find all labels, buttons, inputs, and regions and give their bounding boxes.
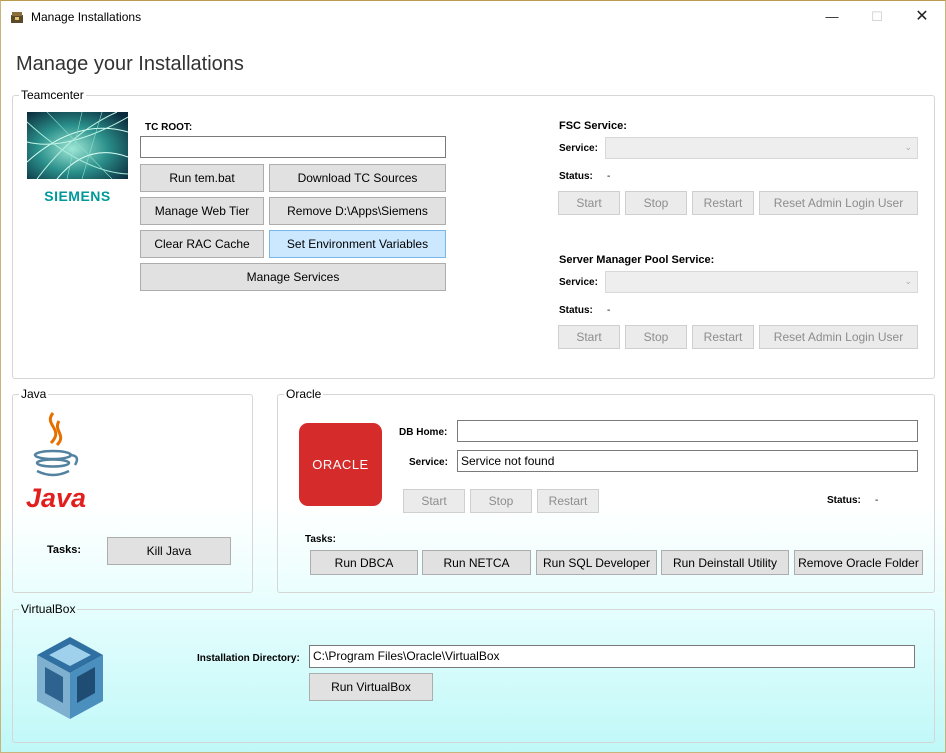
oracle-status-value: -: [875, 495, 879, 506]
oracle-service-input[interactable]: Service not found: [457, 450, 918, 472]
siemens-logo: SIEMENS: [26, 111, 129, 208]
smp-service-heading: Server Manager Pool Service:: [559, 254, 715, 266]
smp-status-value: -: [607, 305, 611, 316]
oracle-logo-text: ORACLE: [312, 457, 369, 472]
minimize-button[interactable]: —: [809, 1, 855, 33]
globe-network-icon: [26, 111, 129, 180]
db-home-input[interactable]: [457, 420, 918, 442]
virtualbox-group: VirtualBox Installation Directory: C:\Pr…: [12, 602, 935, 743]
oracle-status-label: Status:: [827, 495, 861, 506]
maximize-button[interactable]: ☐: [854, 1, 900, 33]
java-tasks-label: Tasks:: [47, 544, 82, 556]
oracle-logo: ORACLE: [299, 423, 382, 506]
fsc-service-select[interactable]: ⌄: [605, 137, 918, 159]
virtualbox-group-label: VirtualBox: [19, 602, 78, 616]
tc-root-input[interactable]: [140, 136, 446, 158]
set-environment-variables-button[interactable]: Set Environment Variables: [269, 230, 446, 258]
fsc-start-button[interactable]: Start: [558, 191, 620, 215]
oracle-restart-button[interactable]: Restart: [537, 489, 599, 513]
fsc-status-label: Status:: [559, 171, 593, 182]
chevron-down-icon: ⌄: [904, 276, 912, 286]
page-title: Manage your Installations: [16, 53, 244, 75]
fsc-service-label: Service:: [559, 143, 598, 154]
main-window: Manage Installations — ☐ ✕ Manage your I…: [0, 0, 946, 753]
run-virtualbox-button[interactable]: Run VirtualBox: [309, 673, 433, 701]
manage-web-tier-button[interactable]: Manage Web Tier: [140, 197, 264, 225]
close-button[interactable]: ✕: [899, 1, 945, 33]
smp-restart-button[interactable]: Restart: [692, 325, 754, 349]
fsc-reset-admin-button[interactable]: Reset Admin Login User: [759, 191, 918, 215]
run-netca-button[interactable]: Run NETCA: [422, 550, 531, 575]
smp-service-label: Service:: [559, 277, 598, 288]
fsc-stop-button[interactable]: Stop: [625, 191, 687, 215]
run-tem-bat-button[interactable]: Run tem.bat: [140, 164, 264, 192]
window-content: Manage your Installations Teamcenter SIE…: [1, 33, 945, 752]
app-icon: [11, 12, 23, 23]
window-title: Manage Installations: [31, 10, 142, 24]
java-group-label: Java: [19, 387, 49, 401]
smp-status-label: Status:: [559, 305, 593, 316]
smp-stop-button[interactable]: Stop: [625, 325, 687, 349]
run-deinstall-utility-button[interactable]: Run Deinstall Utility: [661, 550, 789, 575]
kill-java-button[interactable]: Kill Java: [107, 537, 231, 565]
oracle-stop-button[interactable]: Stop: [470, 489, 532, 513]
installation-directory-label: Installation Directory:: [197, 653, 300, 664]
teamcenter-group-label: Teamcenter: [19, 88, 86, 102]
teamcenter-group: Teamcenter SIEMENS TC ROOT: Run tem.bat …: [12, 88, 935, 379]
db-home-label: DB Home:: [399, 427, 448, 438]
clear-rac-cache-button[interactable]: Clear RAC Cache: [140, 230, 264, 258]
remove-oracle-folder-button[interactable]: Remove Oracle Folder: [794, 550, 923, 575]
oracle-group-label: Oracle: [284, 387, 324, 401]
oracle-service-label: Service:: [409, 457, 448, 468]
installation-directory-input[interactable]: C:\Program Files\Oracle\VirtualBox: [309, 645, 915, 668]
chevron-down-icon: ⌄: [904, 142, 912, 152]
oracle-start-button[interactable]: Start: [403, 489, 465, 513]
oracle-group: Oracle ORACLE DB Home: Service: Service …: [277, 387, 935, 593]
smp-service-select[interactable]: ⌄: [605, 271, 918, 293]
download-tc-sources-button[interactable]: Download TC Sources: [269, 164, 446, 192]
java-group: Java Java Tasks: Kill Java: [12, 387, 253, 593]
fsc-status-value: -: [607, 171, 611, 182]
fsc-restart-button[interactable]: Restart: [692, 191, 754, 215]
tc-root-label: TC ROOT:: [145, 122, 193, 133]
virtualbox-logo-icon: [37, 637, 103, 719]
siemens-logo-text: SIEMENS: [44, 188, 111, 204]
run-dbca-button[interactable]: Run DBCA: [310, 550, 418, 575]
java-logo-text: Java: [26, 483, 87, 513]
oracle-tasks-label: Tasks:: [305, 534, 336, 545]
smp-reset-admin-button[interactable]: Reset Admin Login User: [759, 325, 918, 349]
remove-siemens-dir-button[interactable]: Remove D:\Apps\Siemens: [269, 197, 446, 225]
fsc-service-heading: FSC Service:: [559, 120, 627, 132]
run-sql-developer-button[interactable]: Run SQL Developer: [536, 550, 657, 575]
manage-services-button[interactable]: Manage Services: [140, 263, 446, 291]
smp-start-button[interactable]: Start: [558, 325, 620, 349]
title-bar: Manage Installations — ☐ ✕: [1, 1, 945, 33]
